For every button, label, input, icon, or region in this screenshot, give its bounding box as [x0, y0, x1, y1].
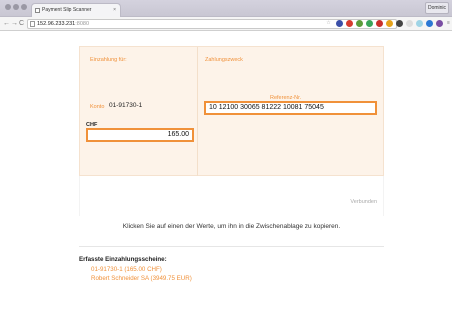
captured-slip-item[interactable]: Robert Schneider SA (3949.75 EUR): [91, 275, 192, 282]
amount-field[interactable]: 165.00: [86, 128, 194, 142]
tab-title: Payment Slip Scanner: [42, 7, 92, 13]
browser-tab[interactable]: Payment Slip Scanner ×: [31, 3, 121, 17]
url-host: 152.96.233.231: [37, 21, 76, 27]
extension-chat-icon[interactable]: [406, 20, 413, 27]
extension-red-icon[interactable]: [346, 20, 353, 27]
extension-green-icon[interactable]: [356, 20, 363, 27]
bookmark-star-icon[interactable]: ☆: [325, 20, 332, 27]
url-port: :8080: [75, 21, 89, 27]
extension-blue-icon[interactable]: [426, 20, 433, 27]
send-area: Verbunden: [79, 176, 384, 216]
tab-close-icon[interactable]: ×: [113, 4, 116, 17]
reload-icon[interactable]: C: [19, 19, 24, 28]
extension-amber-icon[interactable]: [386, 20, 393, 27]
extension-evernote-icon[interactable]: [366, 20, 373, 27]
page-info-icon[interactable]: [30, 21, 35, 27]
menu-icon[interactable]: ≡: [445, 20, 452, 27]
konto-value[interactable]: 01-91730-1: [109, 102, 142, 109]
extension-dark-icon[interactable]: [396, 20, 403, 27]
section-divider: [79, 246, 384, 247]
profile-button[interactable]: Dominic: [425, 2, 449, 14]
slip-column-divider: [197, 47, 198, 176]
minimize-window-icon[interactable]: [13, 4, 19, 10]
zahlungszweck-label: Zahlungszweck: [205, 57, 243, 63]
back-arrow-icon[interactable]: ←: [3, 19, 10, 28]
captured-slip-item[interactable]: 01-91730-1 (165.00 CHF): [91, 266, 162, 273]
send-button[interactable]: Verbunden: [350, 199, 377, 205]
copy-hint: Klicken Sie auf einen der Werte, um ihn …: [122, 223, 341, 230]
extension-pocket-icon[interactable]: [336, 20, 343, 27]
konto-label: Konto: [90, 104, 105, 110]
captured-slips-title: Erfasste Einzahlungsscheine:: [79, 256, 167, 263]
forward-arrow-icon[interactable]: →: [11, 19, 18, 28]
extension-purple-icon[interactable]: [436, 20, 443, 27]
title-bar: Payment Slip Scanner × Dominic: [0, 0, 452, 17]
browser-toolbar: ← → C 152.96.233.231:8080 ☆ ≡: [0, 17, 452, 31]
extension-lastpass-icon[interactable]: [376, 20, 383, 27]
extension-cast-icon[interactable]: [416, 20, 423, 27]
browser-window: Payment Slip Scanner × Dominic ← → C 152…: [0, 0, 452, 329]
einzahlung-label: Einzahlung für:: [90, 57, 127, 63]
maximize-window-icon[interactable]: [21, 4, 27, 10]
referenz-field[interactable]: 10 12100 30065 81222 10081 75045: [204, 101, 377, 115]
page-favicon-icon: [35, 8, 40, 13]
close-window-icon[interactable]: [5, 4, 11, 10]
